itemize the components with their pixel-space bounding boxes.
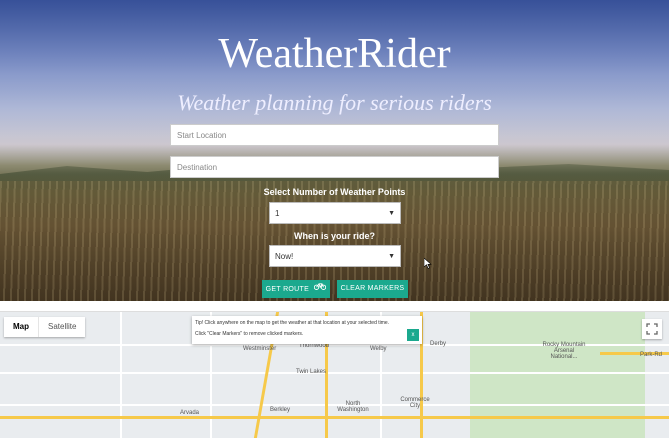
map-label: North Washington — [337, 401, 369, 413]
bicycle-icon — [314, 280, 327, 298]
weather-points-value: 1 — [275, 209, 280, 218]
map-type-toggle[interactable]: Map Satellite — [4, 317, 86, 337]
map-label: Derby — [430, 341, 447, 347]
clear-markers-button[interactable]: CLEAR MARKERS — [337, 280, 408, 298]
map-label: Rocky Mountain Arsenal National... — [542, 342, 586, 360]
chevron-down-icon: ▼ — [388, 210, 395, 217]
map-highway — [0, 416, 669, 419]
tab-satellite[interactable]: Satellite — [38, 317, 85, 337]
map-park-area — [470, 312, 645, 438]
ride-time-select[interactable]: Now! ▼ — [269, 245, 401, 267]
map-tip-popup: Tip! Click anywhere on the map to get th… — [192, 316, 422, 344]
hero-banner: WeatherRider Weather planning for seriou… — [0, 0, 669, 301]
weather-points-select[interactable]: 1 ▼ — [269, 202, 401, 224]
map-label: Park-Rd — [640, 352, 663, 358]
app-subtitle: Weather planning for serious riders — [177, 90, 492, 115]
map-street — [120, 312, 122, 438]
fullscreen-icon — [646, 323, 658, 335]
close-tip-button[interactable]: x — [407, 329, 419, 341]
get-route-button[interactable]: GET ROUTE — [262, 280, 330, 298]
ride-time-value: Now! — [275, 252, 294, 261]
app-title: WeatherRider — [218, 31, 451, 77]
map-label: Berkley — [270, 407, 291, 413]
map-label: Arvada — [180, 410, 200, 416]
map-label: Welby — [370, 346, 387, 352]
start-location-input[interactable]: Start Location — [170, 124, 499, 146]
tip-text-secondary: Click "Clear Markers" to remove clicked … — [195, 331, 304, 337]
weather-points-label: Select Number of Weather Points — [263, 187, 406, 197]
tip-text: Tip! Click anywhere on the map to get th… — [195, 320, 390, 326]
destination-input[interactable]: Destination — [170, 156, 499, 178]
get-route-label: GET ROUTE — [265, 285, 310, 293]
tab-map[interactable]: Map — [4, 317, 38, 337]
mouse-cursor-icon — [423, 256, 432, 274]
ride-time-label: When is your ride? — [293, 231, 375, 241]
map-label: Westminster — [243, 346, 277, 352]
chevron-down-icon: ▼ — [388, 253, 395, 260]
map-label: Commerce City — [400, 397, 430, 409]
map-label: Twin Lakes — [296, 369, 327, 375]
fullscreen-button[interactable] — [642, 319, 662, 339]
map-street — [0, 372, 669, 374]
